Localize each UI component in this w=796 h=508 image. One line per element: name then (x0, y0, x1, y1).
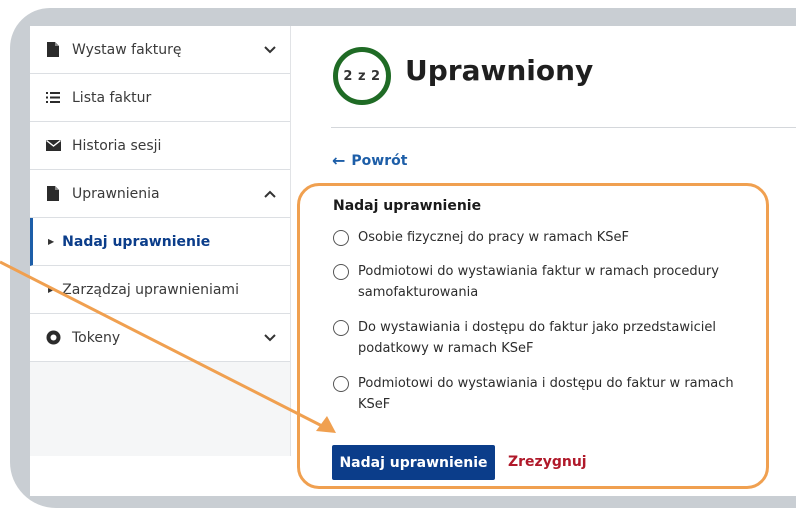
radio-option-przedstawiciel-podatkowy[interactable]: Do wystawiania i dostępu do faktur jako … (333, 319, 743, 359)
permission-section-label: Nadaj uprawnienie (333, 198, 482, 214)
radio-option-samofakturowanie[interactable]: Podmiotowi do wystawiania faktur w ramac… (333, 263, 743, 303)
sidebar-item-label: Nadaj uprawnienie (62, 233, 211, 250)
sidebar-item-label: Historia sesji (72, 137, 162, 154)
sidebar-item-label: Tokeny (72, 329, 121, 346)
arrow-left-icon: ← (332, 151, 346, 170)
radio-option-label: Do wystawiania i dostępu do faktur jako … (358, 320, 716, 356)
bullet-icon: ▶ (48, 285, 55, 294)
radio-option-label: Podmiotowi do wystawiania i dostępu do f… (358, 376, 734, 412)
sidebar-item-nadaj-uprawnienie[interactable]: ▶ Nadaj uprawnienie (30, 218, 290, 266)
chevron-down-icon (264, 330, 276, 346)
page-title: Uprawniony (405, 54, 594, 87)
sidebar-item-zarzadzaj-uprawnieniami[interactable]: ▶ Zarządzaj uprawnieniami (30, 266, 290, 314)
radio-button[interactable] (333, 320, 349, 336)
sidebar-item-wystaw-fakture[interactable]: Wystaw fakturę (30, 26, 290, 74)
sidebar-item-lista-faktur[interactable]: Lista faktur (30, 74, 290, 122)
chevron-up-icon (264, 186, 276, 202)
header-divider (331, 127, 796, 128)
radio-button[interactable] (333, 264, 349, 280)
submit-button[interactable]: Nadaj uprawnienie (332, 445, 495, 480)
sidebar-item-label: Uprawnienia (72, 185, 160, 202)
step-indicator: 2 z 2 (333, 47, 391, 105)
bullet-icon: ▶ (48, 237, 55, 246)
sidebar-item-label: Wystaw fakturę (72, 41, 182, 58)
radio-button[interactable] (333, 230, 349, 246)
radio-option-osoba-fizyczna[interactable]: Osobie fizycznej do pracy w ramach KSeF (333, 229, 743, 248)
envelope-icon (44, 140, 62, 151)
sidebar-item-tokeny[interactable]: Tokeny (30, 314, 290, 362)
sidebar: Wystaw fakturę Lista faktur Historia ses… (30, 26, 291, 456)
back-link-label: Powrót (351, 152, 408, 169)
cancel-button[interactable]: Zrezygnuj (508, 454, 587, 470)
sidebar-item-label: Lista faktur (72, 89, 152, 106)
sidebar-item-historia-sesji[interactable]: Historia sesji (30, 122, 290, 170)
file-icon (44, 186, 62, 201)
radio-button[interactable] (333, 376, 349, 392)
list-icon (44, 92, 62, 103)
token-icon (44, 330, 62, 345)
radio-option-label: Podmiotowi do wystawiania faktur w ramac… (358, 264, 719, 300)
radio-option-label: Osobie fizycznej do pracy w ramach KSeF (358, 230, 629, 245)
chevron-down-icon (264, 42, 276, 58)
radio-option-wystawianie-i-dostep[interactable]: Podmiotowi do wystawiania i dostępu do f… (333, 375, 743, 415)
step-text: 2 z 2 (343, 68, 381, 84)
file-icon (44, 42, 62, 57)
back-link[interactable]: ← Powrót (332, 151, 407, 170)
sidebar-item-label: Zarządzaj uprawnieniami (62, 281, 239, 298)
sidebar-item-uprawnienia[interactable]: Uprawnienia (30, 170, 290, 218)
